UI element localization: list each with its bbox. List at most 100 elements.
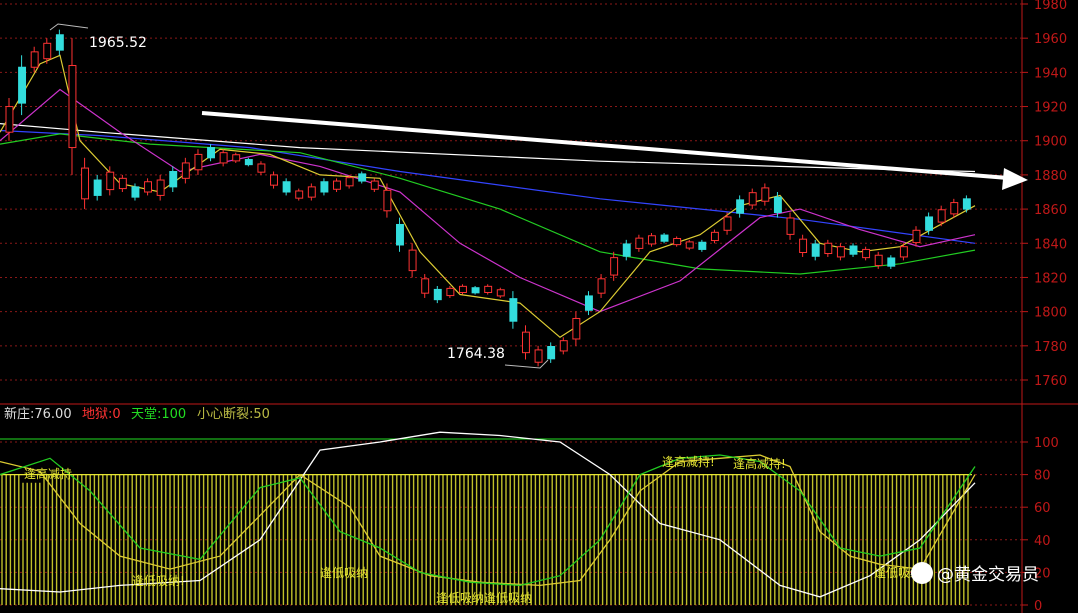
candle [836,246,845,258]
candle [55,34,64,51]
candle [584,295,593,311]
osc-tick-label: 40 [1034,534,1051,549]
y-tick-label: 1760 [1034,374,1067,389]
candle [270,174,278,186]
candle [761,187,770,202]
candle [345,177,354,187]
candle [18,66,27,104]
candle [534,349,543,363]
candle [597,278,606,294]
high-label: 1965.52 [89,35,147,51]
candle [471,287,480,294]
y-tick-label: 1820 [1034,271,1067,286]
candle [635,237,644,249]
candle [30,51,39,68]
candle [484,285,493,293]
osc-annotation: 逢高减持! [662,454,715,469]
osc-annotation: 逢低吸纳! [132,574,185,588]
candle [647,235,656,245]
low-label: 1764.38 [447,346,505,362]
candle [320,181,329,193]
indicator-diyu: 地狱:0 [82,407,121,422]
osc-annotation: 逢低吸纳 [320,566,368,580]
weibo-icon [911,562,933,584]
candle [723,216,732,231]
candle [736,199,745,214]
candle [244,159,253,166]
candle [773,196,782,214]
candle [383,189,392,212]
candle [307,186,316,198]
candle [660,234,669,242]
candle [370,180,379,190]
osc-tick-label: 80 [1034,469,1051,484]
candle [358,173,367,182]
y-tick-label: 1940 [1034,66,1067,81]
candle [169,170,178,188]
candle [333,180,341,190]
candle [824,242,833,255]
candle [685,241,694,249]
y-tick-label: 1960 [1034,32,1067,47]
osc-tick-label: 0 [1034,599,1042,613]
candle [81,167,90,200]
candle [887,257,896,267]
candle [937,209,946,223]
svg-text:@黄金交易员: @黄金交易员 [937,565,1039,585]
candle [748,192,757,206]
candle [43,42,52,60]
osc-tick-label: 60 [1034,501,1051,516]
osc-annotation: 逢高减持! [733,456,786,471]
candle [496,289,505,297]
indicator-xiaoxin: 小心断裂:50 [197,407,270,422]
candle [446,287,455,297]
candle [610,257,619,276]
candle [849,245,858,255]
candle [786,217,795,235]
candle [622,243,631,257]
candle [408,249,417,272]
y-tick-label: 1900 [1034,135,1067,150]
candle [950,202,959,215]
candle [232,154,241,162]
indicator-xinzhuang: 新庄:76.00 [4,406,72,422]
candle [912,229,921,244]
candle [194,153,203,171]
candle [207,147,215,159]
candle [799,238,808,254]
candle [396,223,404,246]
candle [811,243,820,257]
candle [421,278,430,294]
y-tick-label: 1800 [1034,306,1067,321]
y-tick-label: 1780 [1034,340,1067,355]
candle [698,241,707,250]
osc-annotation: 逢低吸纳逢低吸纳 [436,591,532,605]
chart-canvas: 1760 1780 1800 1820 1840 1860 1880 1900 1920 1940… [0,0,1078,613]
candle [131,186,140,198]
y-tick-label: 1860 [1034,203,1067,218]
candle [433,288,442,301]
indicator-tiantang: 天堂:100 [131,407,186,422]
candle [106,171,115,191]
candle [5,106,14,133]
candle [559,340,568,352]
candle [547,346,556,360]
candle [257,163,266,173]
candle [156,179,165,196]
candle [521,331,530,354]
candle [710,231,719,242]
candle [282,181,291,193]
candle [862,248,871,259]
candle [144,181,152,193]
candle [962,198,971,210]
candle [509,298,518,322]
y-tick-label: 1880 [1034,169,1067,184]
candle [295,190,304,199]
y-tick-label: 1920 [1034,101,1067,116]
candle [219,152,228,164]
candle [874,254,883,266]
candle [925,216,934,231]
y-tick-label: 1840 [1034,237,1067,252]
osc-tick-label: 100 [1034,436,1059,451]
candle [118,177,127,190]
